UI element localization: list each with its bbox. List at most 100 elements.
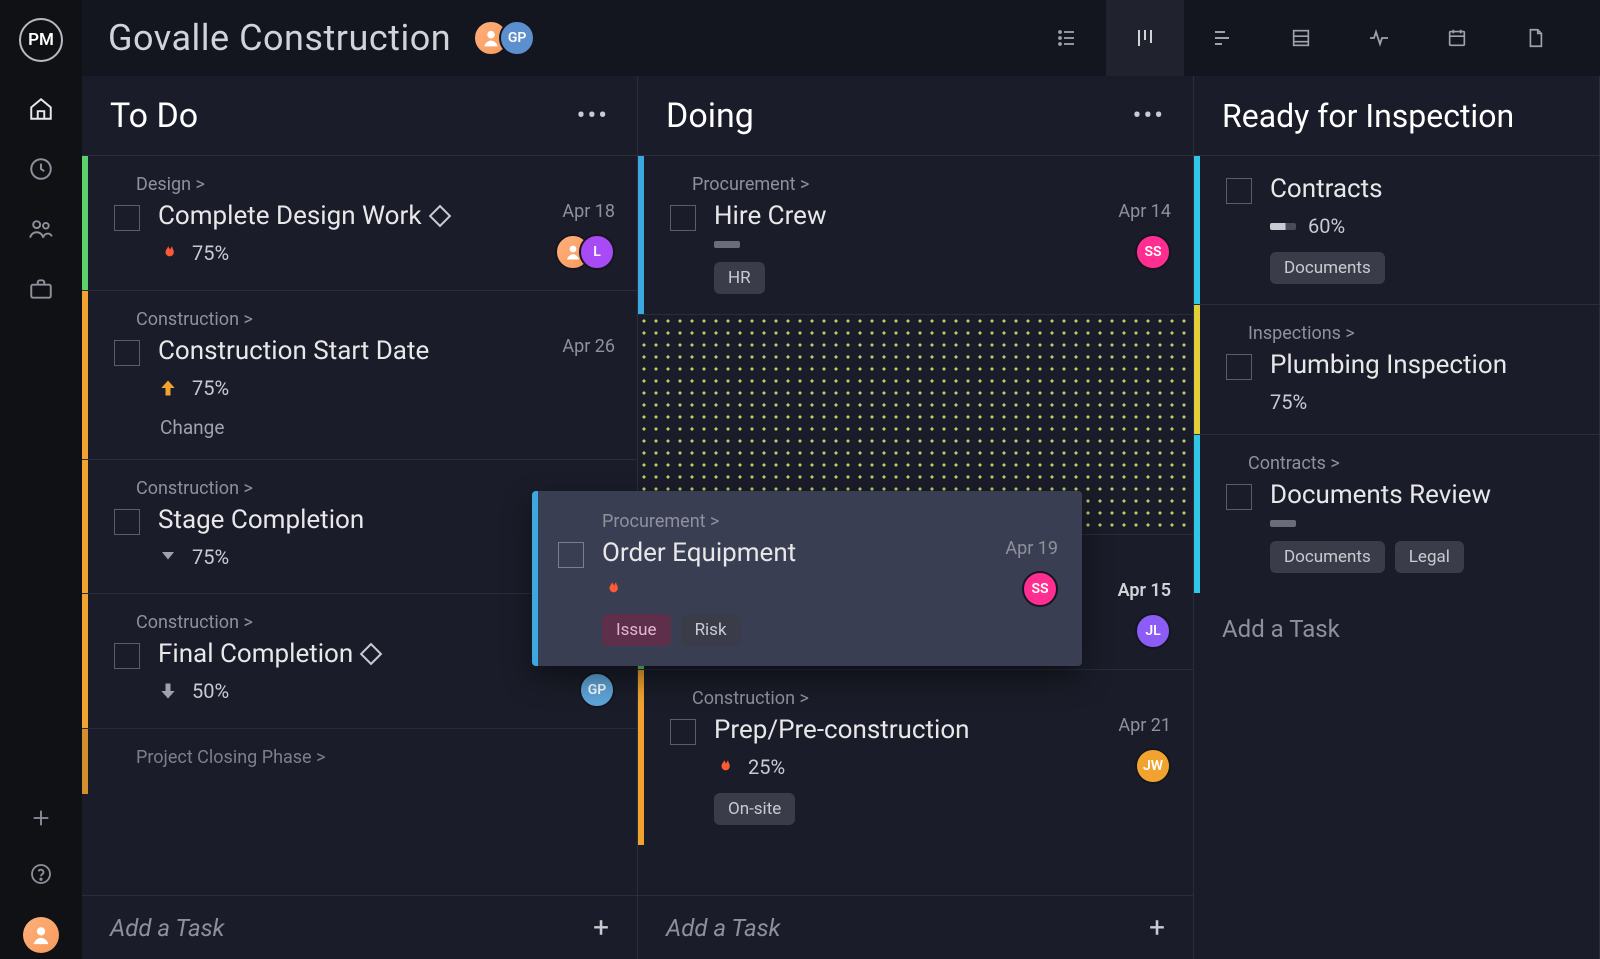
- plus-icon: +: [1149, 911, 1165, 944]
- tag[interactable]: Risk: [681, 614, 741, 646]
- user-avatar[interactable]: [23, 917, 59, 953]
- activity-view-icon[interactable]: [1340, 0, 1418, 76]
- task-card[interactable]: Procurement > Hire Crew HR: [638, 156, 1193, 314]
- card-stripe: [82, 460, 88, 593]
- card-breadcrumb[interactable]: Construction >: [670, 688, 1171, 709]
- sidebar: PM: [0, 0, 82, 959]
- percent-text: 60%: [1308, 214, 1345, 238]
- gantt-view-icon[interactable]: [1184, 0, 1262, 76]
- task-card[interactable]: Construction > Prep/Pre-construction 25%: [638, 669, 1193, 845]
- column-header: To Do •••: [82, 76, 637, 156]
- avatar[interactable]: SS: [1135, 234, 1171, 270]
- task-card[interactable]: Project Closing Phase >: [82, 728, 637, 794]
- card-stripe: [638, 156, 644, 314]
- avatar[interactable]: GP: [579, 672, 615, 708]
- add-task-button[interactable]: Add a Task: [1194, 593, 1599, 665]
- add-task-button[interactable]: Add a Task +: [638, 895, 1193, 959]
- card-stripe: [1194, 305, 1200, 434]
- card-stripe: [1194, 435, 1200, 593]
- tag[interactable]: On-site: [714, 793, 795, 825]
- task-card[interactable]: Inspections > Plumbing Inspection 75%: [1194, 304, 1599, 434]
- card-title: Complete Design Work: [158, 201, 525, 231]
- tag[interactable]: HR: [714, 262, 765, 294]
- tag[interactable]: Documents: [1270, 252, 1385, 284]
- column-ready: Ready for Inspection Contracts 60%: [1194, 76, 1600, 959]
- card-note: Change: [158, 416, 525, 439]
- card-breadcrumb[interactable]: Procurement >: [670, 174, 1171, 195]
- card-breadcrumb[interactable]: Procurement >: [550, 511, 1058, 532]
- home-icon[interactable]: [28, 96, 54, 122]
- column-menu-icon[interactable]: •••: [1133, 101, 1165, 131]
- card-checkbox[interactable]: [1226, 178, 1252, 204]
- avatar[interactable]: JW: [1135, 748, 1171, 784]
- card-avatars[interactable]: SS: [1022, 571, 1058, 607]
- card-avatars[interactable]: SS: [1135, 234, 1171, 270]
- help-icon[interactable]: [28, 861, 54, 887]
- plus-icon: +: [593, 911, 609, 944]
- card-title: Plumbing Inspection: [1270, 350, 1577, 380]
- tag[interactable]: Issue: [602, 614, 671, 646]
- calendar-view-icon[interactable]: [1418, 0, 1496, 76]
- add-icon[interactable]: [28, 805, 54, 831]
- avatar[interactable]: L: [579, 234, 615, 270]
- card-title: Contracts: [1270, 174, 1577, 204]
- dragging-card[interactable]: Procurement > Order Equipment Issue Risk: [532, 491, 1082, 666]
- arrow-down-icon: [158, 680, 180, 702]
- main: Govalle Construction GP: [82, 0, 1600, 959]
- card-checkbox[interactable]: [1226, 484, 1252, 510]
- avatar[interactable]: JL: [1135, 613, 1171, 649]
- flame-icon: [158, 242, 180, 264]
- caret-down-icon: [158, 546, 180, 568]
- card-breadcrumb[interactable]: Construction >: [114, 309, 615, 330]
- board-view-icon[interactable]: [1106, 0, 1184, 76]
- app-logo[interactable]: PM: [19, 18, 63, 62]
- card-checkbox[interactable]: [670, 719, 696, 745]
- card-title: Hire Crew: [714, 201, 1081, 231]
- avatar[interactable]: SS: [1022, 571, 1058, 607]
- card-breadcrumb[interactable]: Inspections >: [1226, 323, 1577, 344]
- task-card[interactable]: Contracts 60% Documents: [1194, 156, 1599, 304]
- avatar[interactable]: GP: [499, 20, 535, 56]
- milestone-icon: [360, 643, 383, 666]
- card-avatars[interactable]: L: [555, 234, 615, 270]
- column-header: Doing •••: [638, 76, 1193, 156]
- task-card[interactable]: Construction > Construction Start Date 7…: [82, 290, 637, 459]
- task-card[interactable]: Design > Complete Design Work: [82, 156, 637, 290]
- card-checkbox[interactable]: [558, 542, 584, 568]
- card-avatars[interactable]: JW: [1135, 748, 1171, 784]
- card-stripe: [532, 491, 538, 666]
- card-checkbox[interactable]: [114, 509, 140, 535]
- card-avatars[interactable]: GP: [579, 672, 615, 708]
- tag[interactable]: Legal: [1395, 541, 1464, 573]
- project-members[interactable]: GP: [473, 20, 535, 56]
- card-stripe: [82, 156, 88, 290]
- card-title: Order Equipment: [602, 538, 968, 568]
- card-checkbox[interactable]: [670, 205, 696, 231]
- card-checkbox[interactable]: [1226, 354, 1252, 380]
- tag[interactable]: Documents: [1270, 541, 1385, 573]
- card-breadcrumb[interactable]: Design >: [114, 174, 615, 195]
- list-view-icon[interactable]: [1028, 0, 1106, 76]
- card-checkbox[interactable]: [114, 205, 140, 231]
- people-icon[interactable]: [28, 216, 54, 242]
- card-date: Apr 21: [1118, 715, 1171, 736]
- briefcase-icon[interactable]: [28, 276, 54, 302]
- add-task-button[interactable]: Add a Task +: [82, 895, 637, 959]
- view-tabs: [1028, 0, 1574, 76]
- task-card[interactable]: Contracts > Documents Review Documents: [1194, 434, 1599, 593]
- sheet-view-icon[interactable]: [1262, 0, 1340, 76]
- card-breadcrumb[interactable]: Project Closing Phase >: [114, 747, 615, 768]
- card-checkbox[interactable]: [114, 340, 140, 366]
- card-stripe: [82, 291, 88, 459]
- files-view-icon[interactable]: [1496, 0, 1574, 76]
- card-checkbox[interactable]: [114, 643, 140, 669]
- card-avatars[interactable]: JL: [1135, 613, 1171, 649]
- arrow-up-icon: [158, 377, 180, 399]
- card-date: Apr 15: [1118, 580, 1171, 601]
- card-date: Apr 18: [562, 201, 615, 222]
- column-menu-icon[interactable]: •••: [577, 101, 609, 131]
- milestone-icon: [428, 205, 451, 228]
- header: Govalle Construction GP: [82, 0, 1600, 76]
- card-breadcrumb[interactable]: Contracts >: [1226, 453, 1577, 474]
- recent-icon[interactable]: [28, 156, 54, 182]
